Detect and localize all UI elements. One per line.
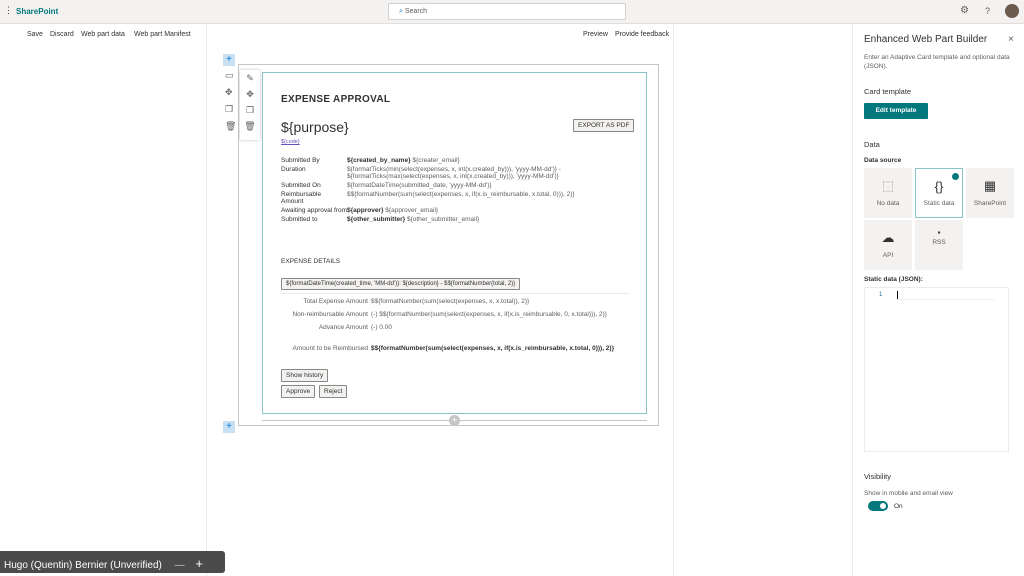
top-bar: ⋮ SharePoint ⌕ Search ⚙ ?: [0, 0, 1024, 24]
line-number: 1: [879, 292, 883, 298]
approve-button[interactable]: Approve: [281, 385, 316, 398]
fact-value: ${formatDateTime(submitted_date, 'yyyy-M…: [347, 182, 492, 189]
presenter-name: Hugo (Quentin) Bernier (Unverified): [4, 560, 162, 571]
fact-value: ${formatTicks(min(select(expenses, x, in…: [347, 166, 561, 180]
fact-label: Submitted By: [281, 157, 320, 164]
total-label: Total Expense Amount: [303, 298, 368, 305]
fact-label: Submitted On: [281, 182, 321, 189]
toggle-state: On: [894, 503, 903, 510]
brand[interactable]: SharePoint: [16, 7, 58, 16]
delete-web-part-icon[interactable]: 🗑: [244, 121, 255, 132]
duplicate-section-icon[interactable]: ❐: [225, 104, 236, 115]
edit-section-icon[interactable]: ▭: [225, 70, 236, 81]
source-label: SharePoint: [973, 200, 1007, 207]
advance-label: Advance Amount: [318, 324, 368, 331]
data-source-label: Data source: [864, 157, 902, 164]
fact-value: ${other_submitter_email}: [405, 216, 480, 223]
show-mobile-label: Show in mobile and email view: [864, 490, 953, 497]
delete-section-icon[interactable]: 🗑: [225, 121, 236, 132]
move-section-icon[interactable]: ✥: [225, 87, 236, 98]
source-label: API: [882, 252, 894, 259]
static-data-label: Static data (JSON):: [864, 276, 923, 283]
fact-value: ${approver_email}: [383, 207, 439, 214]
fact-label: Duration: [281, 166, 306, 173]
no-data-icon: ⬚: [881, 178, 895, 193]
export-pdf-button[interactable]: EXPORT AS PDF: [573, 119, 635, 132]
property-pane: Enhanced Web Part Builder × Enter an Ada…: [852, 24, 1024, 576]
card-title: EXPENSE APPROVAL: [281, 94, 391, 105]
text-cursor: [897, 291, 898, 299]
add-section-top-button[interactable]: +: [223, 54, 235, 66]
panel-title: Enhanced Web Part Builder: [864, 34, 988, 45]
discard-button[interactable]: Discard: [50, 31, 74, 38]
code-link[interactable]: ${code}: [281, 139, 300, 145]
nonreimb-label: Non-reimbursable Amount: [292, 311, 368, 318]
expense-item-button[interactable]: ${formatDateTime(created_time, 'MM-dd')}…: [281, 278, 521, 290]
source-no-data[interactable]: ⬚ No data: [864, 168, 912, 218]
reimburse-value: $${formatNumber(sum(select(expenses, x, …: [371, 345, 615, 352]
fact-value: ${creater_email}: [410, 157, 460, 164]
source-api[interactable]: ☁ API: [864, 220, 912, 270]
fact-bold: ${approver}: [347, 207, 384, 214]
add-web-part-button[interactable]: +: [449, 415, 460, 426]
panel-description: Enter an Adaptive Card template and opti…: [864, 54, 1010, 70]
close-icon[interactable]: ×: [1008, 34, 1014, 45]
card-template-label: Card template: [864, 87, 912, 96]
presenter-bar: Hugo (Quentin) Bernier (Unverified) — +: [0, 551, 225, 573]
edit-template-button[interactable]: Edit template: [864, 103, 928, 119]
move-web-part-icon[interactable]: ✥: [246, 89, 254, 100]
adaptive-card: EXPENSE APPROVAL ${purpose} ${code} EXPO…: [262, 72, 647, 414]
fact-value: $${formatNumber(sum(select(expenses, x, …: [347, 191, 575, 198]
show-history-button[interactable]: Show history: [281, 369, 329, 382]
selected-radio-icon: [952, 173, 959, 180]
json-editor[interactable]: 1: [864, 287, 1009, 452]
total-value: $${formatNumber(sum(select(expenses, x, …: [371, 298, 530, 305]
visibility-toggle[interactable]: [868, 501, 888, 511]
visibility-label: Visibility: [864, 472, 891, 481]
source-static-data[interactable]: {} Static data: [915, 168, 963, 218]
duplicate-web-part-icon[interactable]: ❐: [246, 105, 254, 116]
advance-value: (-) 0.00: [371, 324, 392, 331]
rss-image-icon: ▪: [937, 228, 941, 237]
avatar[interactable]: [1005, 4, 1019, 18]
fact-bold: ${other_submitter}: [347, 216, 406, 223]
reimburse-label: Amount to be Reimbursed: [292, 345, 368, 352]
line-highlight: [895, 299, 995, 300]
purpose: ${purpose}: [281, 119, 349, 135]
fact-bold: ${created_by_name}: [347, 157, 411, 164]
web-part-manifest-button[interactable]: Web part Manifest: [134, 31, 191, 38]
app-launcher-icon[interactable]: ⋮: [4, 5, 13, 16]
divider: [281, 293, 629, 294]
edit-web-part-icon[interactable]: ✎: [246, 73, 254, 84]
source-label: No data: [876, 200, 900, 207]
minimize-icon[interactable]: —: [175, 560, 185, 571]
braces-icon: {}: [934, 179, 944, 194]
settings-icon[interactable]: ⚙: [960, 5, 969, 16]
source-rss[interactable]: ▪ RSS: [915, 220, 963, 270]
save-button[interactable]: Save: [27, 31, 43, 38]
add-icon[interactable]: +: [195, 556, 203, 571]
cloud-icon: ☁: [881, 230, 895, 245]
web-part-data-button[interactable]: Web part data: [81, 31, 125, 38]
fact-label: Reimbursable Amount: [281, 191, 322, 205]
add-section-bottom-button[interactable]: +: [223, 421, 235, 433]
source-sharepoint[interactable]: ▦ SharePoint: [966, 168, 1014, 218]
help-icon[interactable]: ?: [985, 6, 990, 16]
facts: Submitted By ${created_by_name} ${creater…: [281, 157, 631, 223]
reject-button[interactable]: Reject: [319, 385, 348, 398]
source-label: Static data: [923, 200, 955, 207]
nonreimb-value: (-) $${formatNumber(sum(select(expenses,…: [371, 311, 607, 318]
fact-label: Awaiting approval from: [281, 207, 347, 214]
table-icon: ▦: [983, 178, 997, 193]
source-label: RSS: [932, 239, 946, 246]
fact-label: Submitted to: [281, 216, 318, 223]
details-heading: EXPENSE DETAILS: [281, 258, 341, 265]
search-input[interactable]: ⌕ Search: [388, 3, 626, 20]
data-label: Data: [864, 140, 880, 149]
